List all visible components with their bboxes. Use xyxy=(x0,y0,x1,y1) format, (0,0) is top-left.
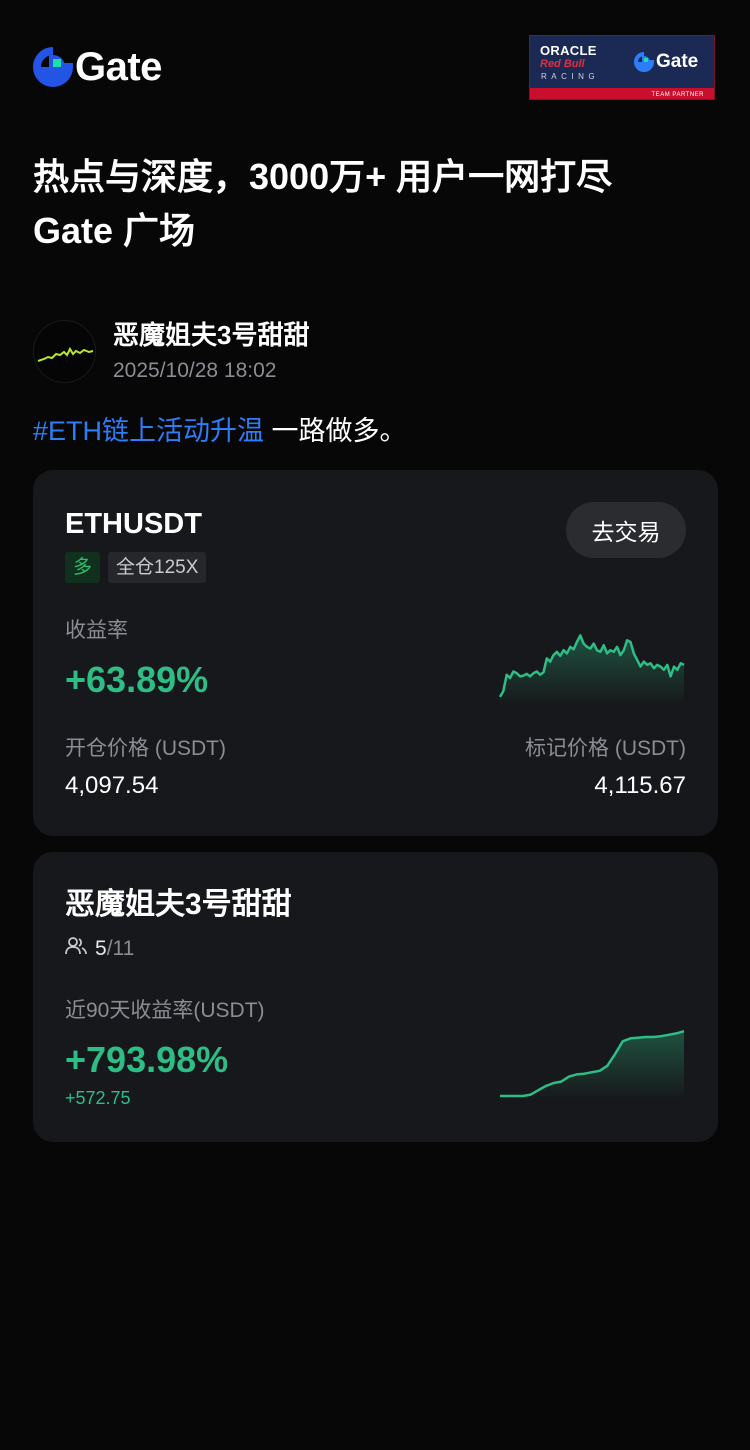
partner-redbull-text: Red Bull xyxy=(540,58,585,70)
gate-logo-icon xyxy=(33,47,74,87)
header: Gate ORACLE Red Bull RACING Gate TEAM PA… xyxy=(0,0,750,110)
headline-line-1: 热点与深度，3000万+ 用户一网打尽 xyxy=(33,156,613,197)
copier-total: /11 xyxy=(106,937,135,960)
gate-logo[interactable]: Gate xyxy=(33,45,162,89)
post-timestamp: 2025/10/28 18:02 xyxy=(113,359,277,382)
trader-roi-chart xyxy=(500,1029,685,1100)
go-trade-button[interactable]: 去交易 xyxy=(566,502,686,558)
position-tags: 多 全仓125X xyxy=(65,552,207,583)
users-icon xyxy=(65,936,87,962)
team-partner-banner[interactable]: ORACLE Red Bull RACING Gate TEAM PARTNER xyxy=(529,35,715,100)
trader-name: 恶魔姐夫3号甜甜 xyxy=(65,888,292,921)
headline-line-2: Gate 广场 xyxy=(33,210,196,251)
author-name[interactable]: 恶魔姐夫3号甜甜 xyxy=(113,320,309,350)
entry-price-label: 开仓价格 (USDT) xyxy=(65,737,226,760)
trader-card[interactable]: 恶魔姐夫3号甜甜 5/11 近90天收益率(USDT) +793.98% +57… xyxy=(33,852,718,1142)
trader-pnl-value: +572.75 xyxy=(65,1088,131,1108)
partner-gate-text: Gate xyxy=(656,51,699,72)
position-card[interactable]: ETHUSDT 去交易 多 全仓125X 收益率 +63.89% 开仓价格 (U… xyxy=(33,470,718,836)
roi-label: 收益率 xyxy=(65,619,128,642)
post-text: 一路做多。 xyxy=(264,416,407,446)
entry-price-value: 4,097.54 xyxy=(65,772,159,799)
partner-tagline: TEAM PARTNER xyxy=(651,92,704,98)
post-body: #ETH链上活动升温 一路做多。 xyxy=(33,413,407,449)
gate-logo-text: Gate xyxy=(75,45,162,89)
chart-area-fill xyxy=(500,1031,684,1100)
post-hashtag-link[interactable]: #ETH链上活动升温 xyxy=(33,416,264,446)
mark-price-label: 标记价格 (USDT) xyxy=(525,737,686,760)
post-author[interactable]: 恶魔姐夫3号甜甜 2025/10/28 18:02 xyxy=(33,320,723,386)
partner-gate-logo: Gate xyxy=(634,51,698,73)
page-headline: 热点与深度，3000万+ 用户一网打尽 Gate 广场 xyxy=(33,150,723,258)
roi-value: +63.89% xyxy=(65,659,209,700)
gate-logo-icon xyxy=(634,52,654,72)
copier-count: 5/11 xyxy=(65,936,134,962)
avatar[interactable] xyxy=(33,320,96,383)
trader-roi-value: +793.98% xyxy=(65,1039,229,1080)
partner-racing-text: RACING xyxy=(541,72,600,81)
partner-oracle-text: ORACLE xyxy=(540,43,597,58)
leverage-tag: 全仓125X xyxy=(108,552,207,583)
position-pair: ETHUSDT xyxy=(65,508,202,540)
trader-roi-label: 近90天收益率(USDT) xyxy=(65,999,265,1022)
position-pnl-chart xyxy=(498,634,685,705)
mark-price-value: 4,115.67 xyxy=(594,772,686,799)
copier-current: 5 xyxy=(95,937,107,960)
avatar-chart-icon xyxy=(37,346,94,362)
side-tag: 多 xyxy=(65,552,101,583)
